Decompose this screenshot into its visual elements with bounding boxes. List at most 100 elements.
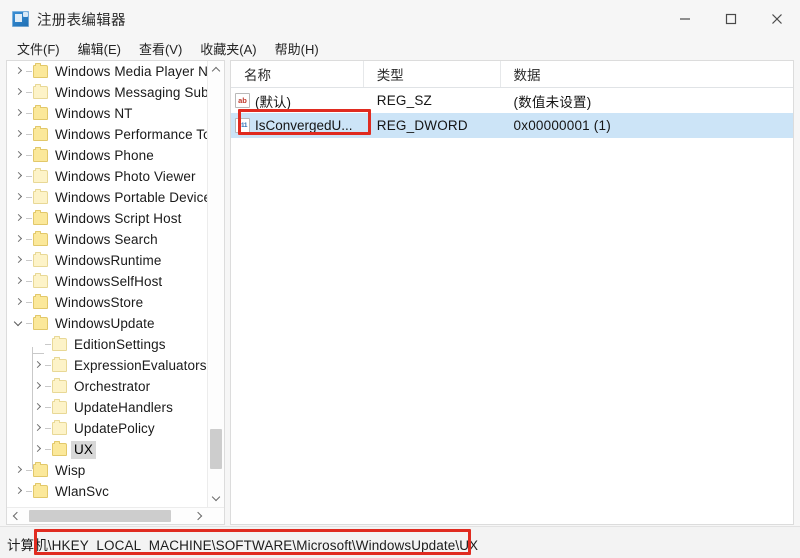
tree-item-windows-search[interactable]: Windows Search	[7, 229, 208, 250]
tree-dash	[26, 176, 32, 177]
column-header-type[interactable]: 类型	[364, 61, 501, 87]
folder-icon	[33, 294, 48, 309]
folder-icon	[33, 126, 48, 141]
chevron-right-icon[interactable]	[13, 166, 26, 187]
list-column-headers: 名称 类型 数据	[231, 61, 793, 88]
reg-sz-icon-glyph: ab	[238, 96, 247, 105]
registry-values-list[interactable]: 名称 类型 数据 ab (默认) REG_SZ (数值未设置) 011 IsCo…	[230, 60, 794, 525]
tree-scroll-area: Windows Media Player NS Windows Messagin…	[7, 61, 208, 507]
chevron-right-icon[interactable]	[13, 124, 26, 145]
chevron-right-icon[interactable]	[32, 355, 45, 376]
table-row[interactable]: ab (默认) REG_SZ (数值未设置)	[231, 88, 793, 113]
tree-item-label: Windows Performance To	[55, 126, 208, 142]
column-header-data[interactable]: 数据	[501, 61, 793, 87]
menu-favorites[interactable]: 收藏夹(A)	[191, 37, 265, 61]
tree-item-label: UpdateHandlers	[74, 399, 173, 415]
tree-item-windowsupdate[interactable]: WindowsUpdate	[7, 313, 208, 334]
scroll-left-icon[interactable]	[8, 508, 24, 524]
chevron-right-icon[interactable]	[32, 376, 45, 397]
window-controls	[662, 0, 800, 38]
scroll-right-icon[interactable]	[191, 508, 207, 524]
tree-hscroll-thumb[interactable]	[29, 510, 171, 522]
chevron-right-icon[interactable]	[13, 460, 26, 481]
tree-item-windows-performance-toolkit[interactable]: Windows Performance To	[7, 124, 208, 145]
close-button[interactable]	[754, 0, 800, 38]
tree-vertical-scrollbar[interactable]	[207, 61, 224, 507]
title-bar: 注册表编辑器	[0, 0, 800, 39]
menu-file[interactable]: 文件(F)	[8, 37, 69, 61]
tree-dash	[26, 323, 32, 324]
tree-item-label: Windows Media Player NS	[55, 63, 208, 79]
tree-dash	[26, 218, 32, 219]
folder-icon	[33, 105, 48, 120]
tree-item-updatepolicy[interactable]: UpdatePolicy	[7, 418, 208, 439]
chevron-right-icon[interactable]	[13, 250, 26, 271]
registry-editor-icon	[12, 11, 29, 27]
value-data-cell: 0x00000001 (1)	[513, 118, 611, 133]
tree-item-windows-media-player-ns[interactable]: Windows Media Player NS	[7, 61, 208, 82]
tree-item-orchestrator[interactable]: Orchestrator	[7, 376, 208, 397]
tree-dash	[26, 134, 32, 135]
chevron-right-icon[interactable]	[13, 145, 26, 166]
tree-item-editionsettings[interactable]: EditionSettings	[7, 334, 208, 355]
value-name-cell: 011 IsConvergedU...	[231, 118, 364, 133]
folder-icon	[33, 63, 48, 78]
chevron-right-icon[interactable]	[13, 271, 26, 292]
tree-item-windows-messaging-subs[interactable]: Windows Messaging Subs	[7, 82, 208, 103]
tree-item-wisp[interactable]: Wisp	[7, 460, 208, 481]
scroll-up-icon[interactable]	[208, 62, 224, 78]
tree-item-updatehandlers[interactable]: UpdateHandlers	[7, 397, 208, 418]
tree-item-ux[interactable]: UX	[7, 439, 208, 460]
folder-icon	[33, 210, 48, 225]
tree-dash	[45, 365, 51, 366]
menu-help[interactable]: 帮助(H)	[266, 37, 328, 61]
chevron-right-icon[interactable]	[13, 103, 26, 124]
tree-horizontal-scrollbar[interactable]	[7, 507, 224, 524]
chevron-right-icon[interactable]	[32, 418, 45, 439]
tree-item-label: Wisp	[55, 462, 86, 478]
tree-dash	[45, 407, 51, 408]
tree-vscroll-thumb[interactable]	[210, 429, 222, 469]
tree-item-windows-nt[interactable]: Windows NT	[7, 103, 208, 124]
tree-item-wlansvc[interactable]: WlanSvc	[7, 481, 208, 502]
chevron-right-icon[interactable]	[32, 439, 45, 460]
chevron-right-icon[interactable]	[32, 397, 45, 418]
tree-item-windows-script-host[interactable]: Windows Script Host	[7, 208, 208, 229]
tree-item-label: Windows Script Host	[55, 210, 182, 226]
value-type-cell: REG_SZ	[376, 93, 432, 108]
tree-dash	[26, 155, 32, 156]
tree-dash	[26, 71, 32, 72]
minimize-button[interactable]	[662, 0, 708, 38]
maximize-button[interactable]	[708, 0, 754, 38]
tree-dash	[26, 470, 32, 471]
tree-item-windows-portable-devices[interactable]: Windows Portable Devices	[7, 187, 208, 208]
tree-item-expressionevaluators[interactable]: ExpressionEvaluators	[7, 355, 208, 376]
column-header-name[interactable]: 名称	[231, 61, 364, 87]
menu-view[interactable]: 查看(V)	[130, 37, 191, 61]
folder-icon	[33, 483, 48, 498]
table-row[interactable]: 011 IsConvergedU... REG_DWORD 0x00000001…	[231, 113, 793, 138]
tree-item-label: Windows NT	[55, 105, 133, 121]
chevron-right-icon[interactable]	[13, 187, 26, 208]
tree-item-windows-photo-viewer[interactable]: Windows Photo Viewer	[7, 166, 208, 187]
chevron-right-icon[interactable]	[13, 61, 26, 82]
tree-item-label: EditionSettings	[74, 336, 166, 352]
chevron-right-icon[interactable]	[13, 208, 26, 229]
menu-edit[interactable]: 编辑(E)	[69, 37, 130, 61]
chevron-right-icon[interactable]	[13, 292, 26, 313]
chevron-right-icon[interactable]	[13, 481, 26, 502]
reg-sz-icon: ab	[235, 93, 250, 108]
chevron-down-icon[interactable]	[13, 313, 26, 334]
tree-item-windowsruntime[interactable]: WindowsRuntime	[7, 250, 208, 271]
chevron-right-icon[interactable]	[13, 82, 26, 103]
tree-item-label: WlanSvc	[55, 483, 109, 499]
tree-item-windows-phone[interactable]: Windows Phone	[7, 145, 208, 166]
scroll-down-icon[interactable]	[208, 490, 224, 506]
folder-icon	[33, 168, 48, 183]
chevron-right-icon[interactable]	[13, 229, 26, 250]
tree-item-windowsstore[interactable]: WindowsStore	[7, 292, 208, 313]
registry-key-tree[interactable]: Windows Media Player NS Windows Messagin…	[6, 60, 225, 525]
tree-item-label: WindowsSelfHost	[55, 273, 163, 289]
folder-icon	[33, 315, 48, 330]
tree-item-windowsselfhost[interactable]: WindowsSelfHost	[7, 271, 208, 292]
